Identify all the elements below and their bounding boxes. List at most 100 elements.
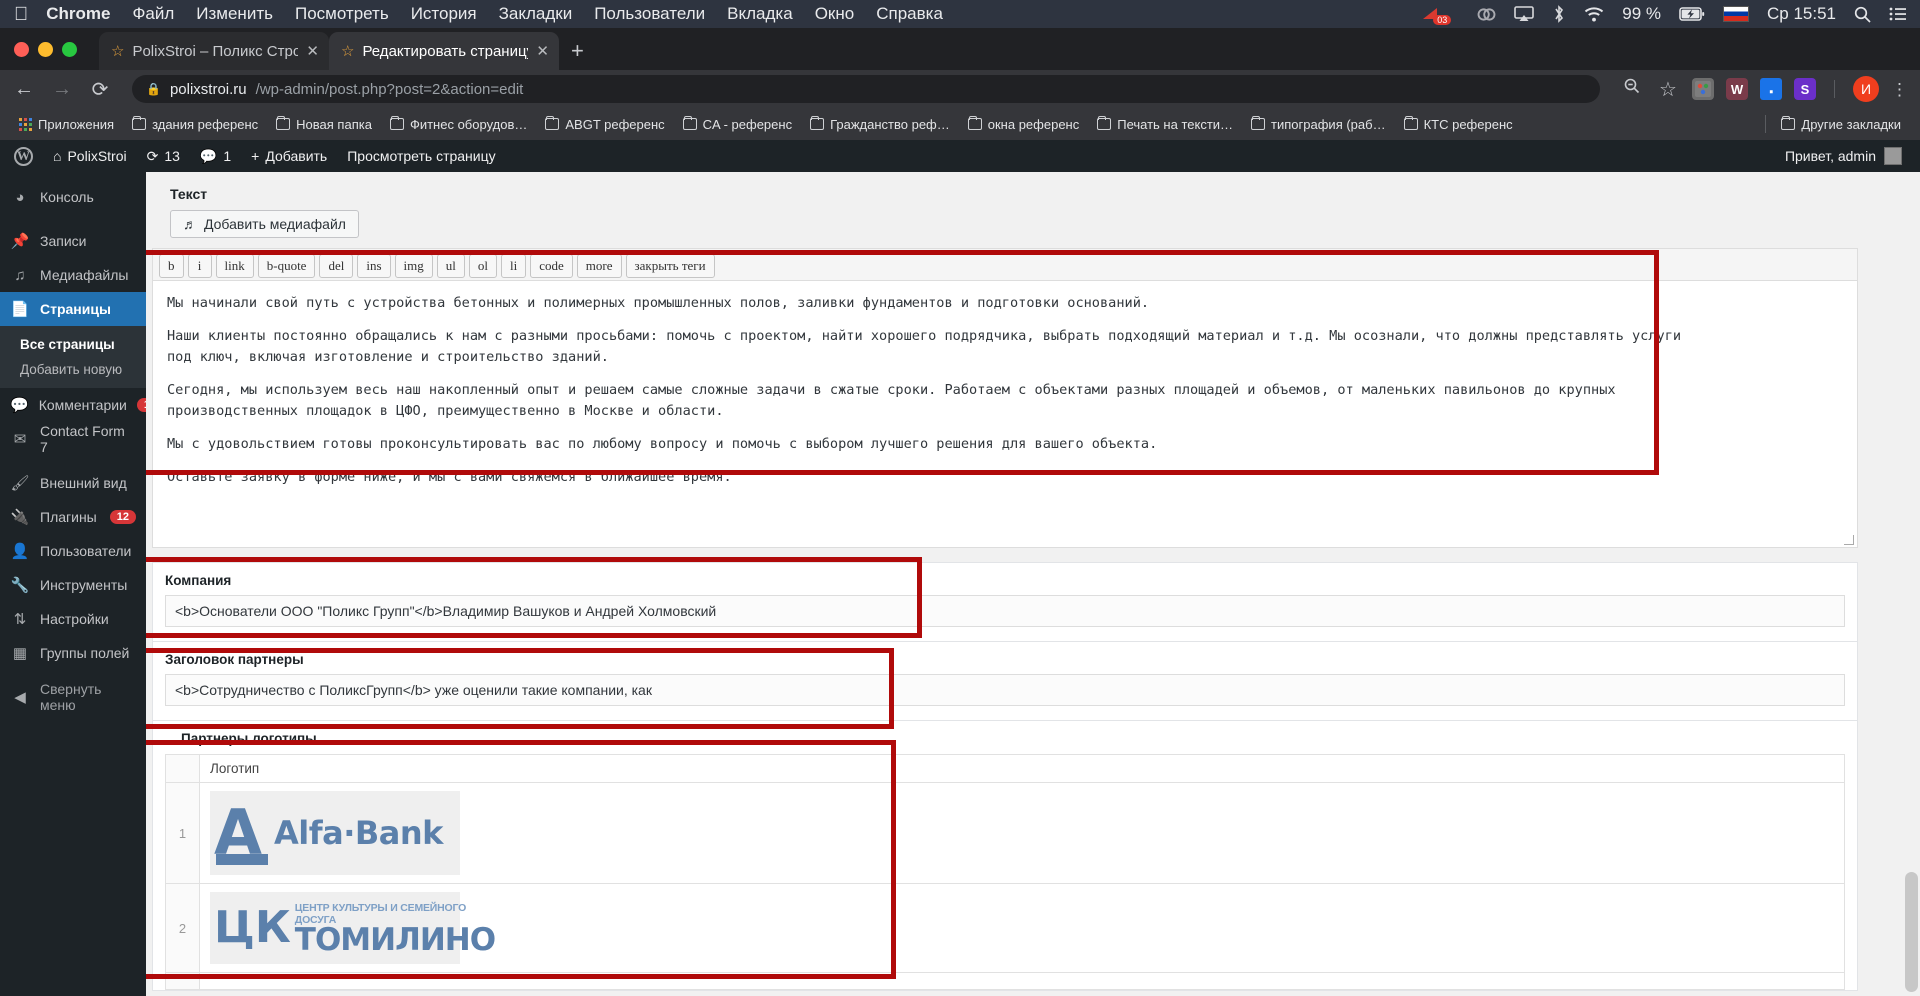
bookmark-item[interactable]: Фитнес оборудов… bbox=[381, 115, 536, 132]
profile-avatar[interactable]: И bbox=[1853, 76, 1879, 102]
sidebar-item-media[interactable]: ♫ Медиафайлы bbox=[0, 258, 146, 292]
bookmark-item[interactable]: здания референс bbox=[123, 115, 267, 132]
menu-view[interactable]: Посмотреть bbox=[295, 4, 389, 24]
row-logo-cell[interactable] bbox=[199, 972, 1845, 990]
quicktag-more[interactable]: more bbox=[576, 254, 622, 278]
sidebar-item-field-groups[interactable]: ▦ Группы полей bbox=[0, 636, 146, 670]
quicktag-link[interactable]: link bbox=[215, 254, 254, 278]
add-media-button[interactable]: ♬ Добавить медиафайл bbox=[170, 210, 359, 238]
table-row[interactable] bbox=[165, 972, 1845, 990]
sidebar-item-tools[interactable]: 🔧 Инструменты bbox=[0, 568, 146, 602]
site-name-button[interactable]: ⌂ PolixStroi bbox=[43, 140, 137, 172]
collapse-menu-button[interactable]: ◀ Свернуть меню bbox=[0, 680, 146, 714]
bitly-icon[interactable]: 𝅇 bbox=[1760, 78, 1782, 100]
page-scrollbar-thumb[interactable] bbox=[1905, 872, 1918, 992]
wappalyzer-icon[interactable]: W bbox=[1726, 78, 1748, 100]
sidebar-item-pages[interactable]: 📄 Страницы bbox=[0, 292, 146, 326]
maximize-window-button[interactable] bbox=[62, 41, 77, 57]
bookmark-item[interactable]: Новая папка bbox=[267, 115, 381, 132]
bandwidth-icon[interactable]: 03 bbox=[1421, 6, 1459, 25]
kebab-menu-icon[interactable]: ⋮ bbox=[1891, 81, 1908, 98]
company-field-input[interactable] bbox=[165, 595, 1845, 627]
row-logo-cell[interactable]: A Alfa·Bank bbox=[199, 782, 1845, 884]
bookmark-item[interactable]: КТС референс bbox=[1395, 115, 1522, 132]
menu-help[interactable]: Справка bbox=[876, 4, 943, 24]
forward-button[interactable]: → bbox=[50, 78, 74, 101]
clock-label[interactable]: Ср 15:51 bbox=[1767, 4, 1836, 24]
new-tab-button[interactable]: + bbox=[571, 38, 584, 64]
menu-profiles[interactable]: Пользователи bbox=[594, 4, 705, 24]
greeting-label[interactable]: Привет, admin bbox=[1785, 148, 1876, 164]
menu-edit[interactable]: Изменить bbox=[196, 4, 273, 24]
sidebar-item-contact-form-7[interactable]: ✉ Contact Form 7 bbox=[0, 422, 146, 456]
quicktag-code[interactable]: code bbox=[530, 254, 573, 278]
menu-file[interactable]: Файл bbox=[132, 4, 174, 24]
bookmark-star-icon[interactable]: ☆ bbox=[1656, 77, 1680, 102]
airplay-icon[interactable] bbox=[1514, 6, 1535, 22]
table-row[interactable]: 2 ЦК ЦЕНТР КУЛЬТУРЫ И СЕМЕЙНОГО ДОСУГА Т… bbox=[165, 883, 1845, 973]
comments-button[interactable]: 💬 1 bbox=[190, 140, 241, 172]
close-window-button[interactable] bbox=[14, 41, 29, 57]
textarea-resize-handle[interactable] bbox=[1844, 535, 1854, 545]
zoom-out-icon[interactable] bbox=[1620, 77, 1644, 101]
bookmark-item[interactable]: Печать на тексти… bbox=[1088, 115, 1242, 132]
battery-charging-icon[interactable] bbox=[1679, 7, 1705, 21]
quicktag-ul[interactable]: ul bbox=[436, 254, 465, 278]
skype-icon[interactable]: S bbox=[1794, 78, 1816, 100]
bookmark-item[interactable]: CA - референс bbox=[674, 115, 801, 132]
wifi-icon[interactable] bbox=[1584, 6, 1604, 22]
menu-tab[interactable]: Вкладка bbox=[727, 4, 793, 24]
bookmark-apps[interactable]: Приложения bbox=[10, 117, 123, 132]
avatar[interactable] bbox=[1884, 147, 1902, 165]
bookmark-item[interactable]: окна референс bbox=[959, 115, 1088, 132]
submenu-item-add-new[interactable]: Добавить новую bbox=[0, 357, 146, 382]
add-new-button[interactable]: + Добавить bbox=[241, 140, 337, 172]
menu-history[interactable]: История bbox=[411, 4, 477, 24]
sidebar-item-appearance[interactable]: 🖌 Внешний вид bbox=[0, 466, 146, 500]
browser-tab-1[interactable]: ☆ PolixStroi – Поликс Строй – ст ✕ bbox=[99, 32, 329, 70]
address-bar[interactable]: 🔒 polixstroi.ru /wp-admin/post.php?post=… bbox=[132, 75, 1600, 103]
browser-tab-2[interactable]: ☆ Редактировать страницу ‹ Pol ✕ bbox=[329, 32, 559, 70]
quicktag-ins[interactable]: ins bbox=[357, 254, 391, 278]
quicktag-del[interactable]: del bbox=[319, 254, 354, 278]
control-center-icon[interactable] bbox=[1889, 7, 1906, 21]
bookmark-item[interactable]: Гражданство реф… bbox=[801, 115, 959, 132]
wp-logo-button[interactable]: W bbox=[4, 140, 43, 172]
bookmark-item[interactable]: типография (раб… bbox=[1242, 115, 1395, 132]
sidebar-item-settings[interactable]: ⇅ Настройки bbox=[0, 602, 146, 636]
quicktag-b[interactable]: b bbox=[159, 254, 184, 278]
row-logo-cell[interactable]: ЦК ЦЕНТР КУЛЬТУРЫ И СЕМЕЙНОГО ДОСУГА ТОМ… bbox=[199, 883, 1845, 973]
other-bookmarks[interactable]: Другие закладки bbox=[1772, 115, 1910, 132]
sidebar-item-users[interactable]: 👤 Пользователи bbox=[0, 534, 146, 568]
sidebar-item-plugins[interactable]: 🔌 Плагины 12 bbox=[0, 500, 146, 534]
updates-button[interactable]: ⟳ 13 bbox=[137, 140, 190, 172]
quicktag-close-tags[interactable]: закрыть теги bbox=[625, 254, 715, 278]
menu-chrome[interactable]: Chrome bbox=[46, 4, 110, 24]
sidebar-item-comments[interactable]: 💬 Комментарии 1 bbox=[0, 388, 157, 422]
quicktag-i[interactable]: i bbox=[187, 254, 212, 278]
quicktag-ol[interactable]: ol bbox=[468, 254, 497, 278]
minimize-window-button[interactable] bbox=[38, 41, 53, 57]
close-tab-1-icon[interactable]: ✕ bbox=[306, 42, 319, 60]
reload-button[interactable]: ⟳ bbox=[88, 77, 112, 102]
quicktag-bquote[interactable]: b-quote bbox=[257, 254, 316, 278]
sidebar-item-posts[interactable]: 📌 Записи bbox=[0, 224, 146, 258]
quicktag-img[interactable]: img bbox=[394, 254, 433, 278]
view-page-button[interactable]: Просмотреть страницу bbox=[337, 140, 505, 172]
search-icon[interactable] bbox=[1854, 6, 1871, 23]
table-row[interactable]: 1 A Alfa·Bank bbox=[165, 782, 1845, 884]
back-button[interactable]: ← bbox=[12, 78, 36, 101]
extension-puzzle-icon[interactable] bbox=[1692, 78, 1714, 100]
creative-cloud-icon[interactable] bbox=[1477, 5, 1496, 24]
partners-heading-input[interactable] bbox=[165, 674, 1845, 706]
bluetooth-icon[interactable] bbox=[1552, 5, 1566, 23]
menu-window[interactable]: Окно bbox=[815, 4, 855, 24]
sidebar-item-dashboard[interactable]: ◕ Консоль bbox=[0, 180, 146, 214]
apple-icon[interactable]:  bbox=[14, 5, 28, 24]
close-tab-2-icon[interactable]: ✕ bbox=[536, 42, 549, 60]
submenu-item-all-pages[interactable]: Все страницы bbox=[0, 332, 146, 357]
quicktag-li[interactable]: li bbox=[501, 254, 527, 278]
bookmark-item[interactable]: ABGT референс bbox=[536, 115, 673, 132]
menu-bookmarks[interactable]: Закладки bbox=[499, 4, 573, 24]
content-textarea[interactable]: Мы начинали свой путь с устройства бетон… bbox=[152, 280, 1858, 548]
